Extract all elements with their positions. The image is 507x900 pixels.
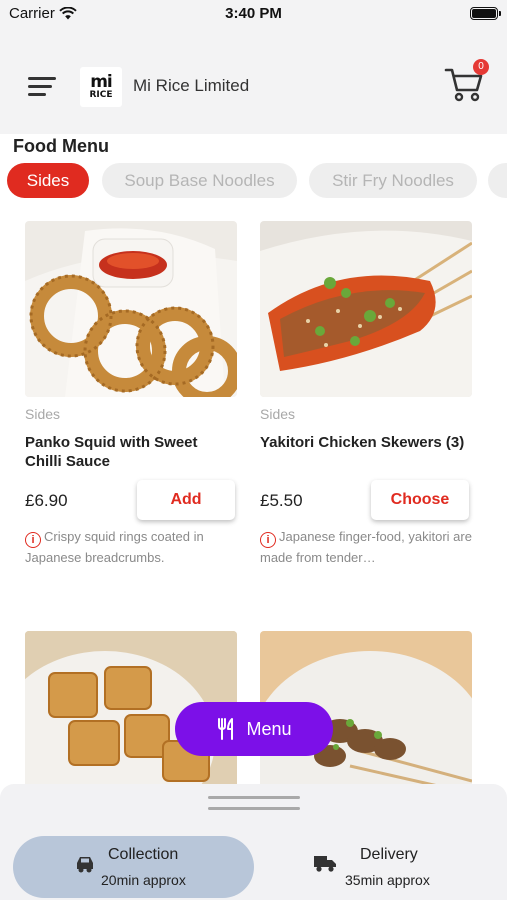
product-description-text: Japanese finger-food, yakitori are made … (260, 529, 472, 565)
status-bar: Carrier 3:40 PM (0, 0, 507, 38)
order-mode-sheet: Collection 20min approx Delivery 35min a… (0, 784, 507, 900)
category-tab-soup-base-noodles[interactable]: Soup Base Noodles (102, 163, 297, 198)
add-button[interactable]: Add (137, 480, 235, 520)
collection-car-icon (77, 857, 93, 873)
category-tab-sides[interactable]: Sides (7, 163, 89, 198)
collection-option[interactable]: Collection 20min approx (13, 836, 254, 898)
menu-button[interactable]: Menu (175, 702, 333, 756)
product-category: Sides (260, 406, 296, 422)
cart-count-badge: 0 (473, 59, 489, 75)
store-logo: mi RICE (80, 67, 122, 107)
collection-title: Collection (108, 846, 179, 863)
menu-button-label: Menu (246, 718, 292, 739)
sheet-drag-handle-line (208, 807, 300, 810)
delivery-truck-icon (314, 856, 336, 872)
info-icon: i (260, 532, 276, 548)
delivery-time: 35min approx (345, 872, 430, 888)
category-tab-more[interactable] (488, 163, 507, 198)
screen: Carrier 3:40 PM mi RICE Mi Rice Limited … (0, 0, 507, 900)
product-description: i Japanese finger-food, yakitori are made… (260, 527, 472, 568)
product-description: i Crispy squid rings coated in Japanese b… (25, 527, 237, 568)
hamburger-menu-icon[interactable] (28, 76, 58, 98)
product-price: £5.50 (260, 491, 303, 510)
product-image-panko-squid (25, 221, 237, 397)
category-tabs: Sides Soup Base Noodles Stir Fry Noodles (0, 163, 507, 199)
menu-title: Food Menu (13, 136, 109, 156)
battery-icon (470, 7, 501, 20)
sheet-drag-handle[interactable] (208, 796, 300, 799)
info-icon: i (25, 532, 41, 548)
fork-knife-icon (218, 718, 234, 740)
delivery-title: Delivery (360, 846, 418, 863)
product-category: Sides (25, 406, 61, 422)
choose-button[interactable]: Choose (371, 480, 469, 520)
product-name: Yakitori Chicken Skewers (3) (260, 434, 465, 451)
store-name: Mi Rice Limited (133, 76, 250, 95)
collection-time: 20min approx (101, 872, 186, 888)
product-description-text: Crispy squid rings coated in Japanese br… (25, 529, 204, 565)
product-price: £6.90 (25, 491, 68, 510)
product-name: Panko Squid with Sweet Chilli Sauce (25, 434, 198, 470)
status-time: 3:40 PM (225, 5, 282, 22)
product-image-yakitori-chicken (260, 221, 472, 397)
delivery-option[interactable]: Delivery 35min approx (262, 836, 494, 898)
app-header: mi RICE Mi Rice Limited (0, 38, 507, 134)
category-tab-stir-fry-noodles[interactable]: Stir Fry Noodles (309, 163, 477, 198)
